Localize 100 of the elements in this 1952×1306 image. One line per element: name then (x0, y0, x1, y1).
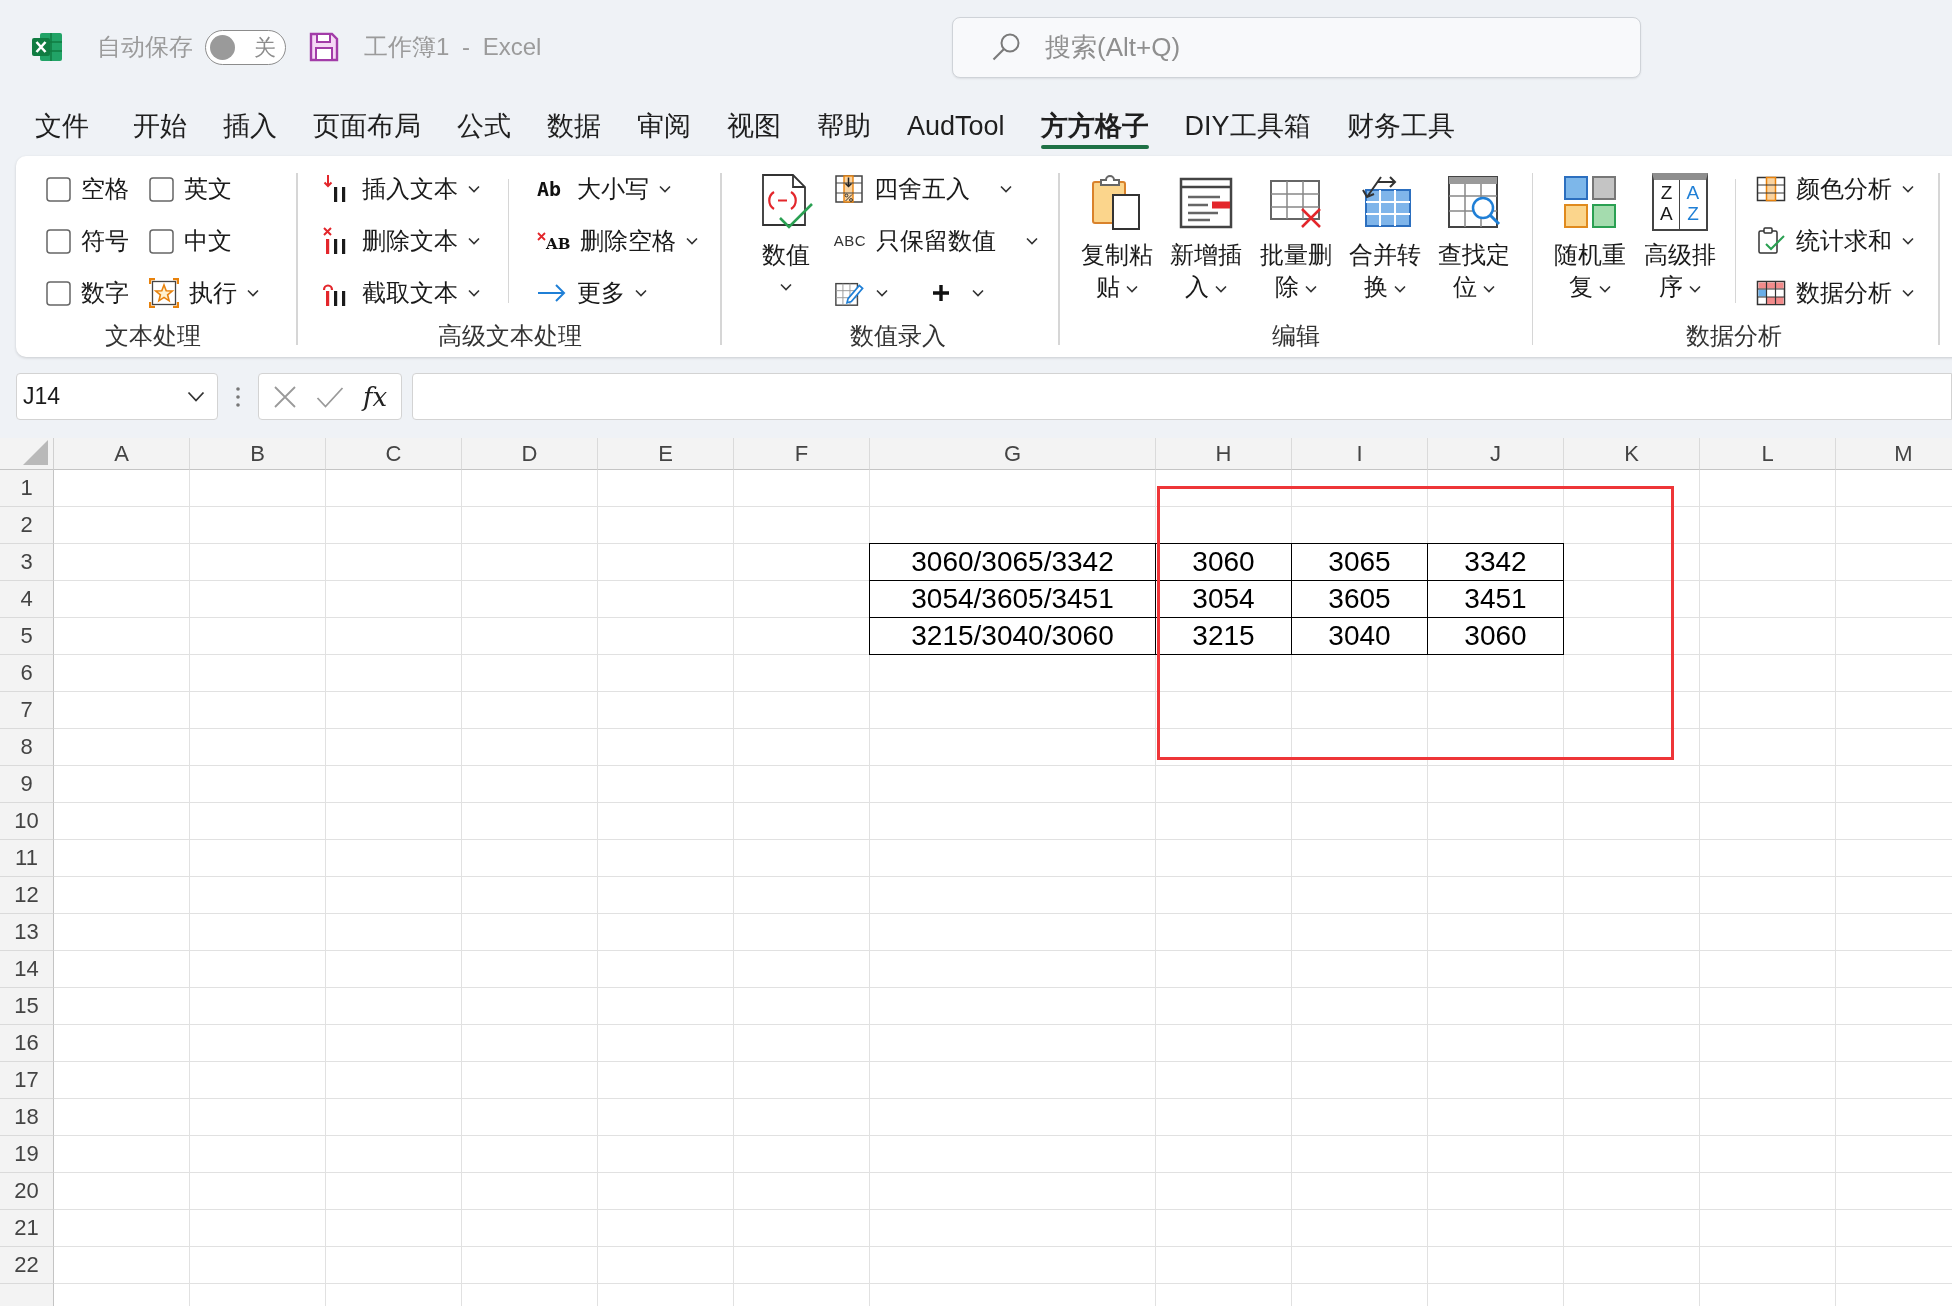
ribbon-button[interactable]: AB 删除空格 (537, 215, 699, 267)
row-header[interactable]: 22 (0, 1247, 54, 1284)
ribbon-button[interactable]: 截取文本 (321, 267, 480, 319)
ribbon-large-button[interactable]: 查找定位 (1437, 163, 1512, 303)
column-header[interactable]: E (598, 438, 734, 470)
menu-tab[interactable]: DIY工具箱 (1166, 104, 1329, 148)
row-header[interactable]: 14 (0, 951, 54, 988)
row-header[interactable]: 10 (0, 803, 54, 840)
formula-field[interactable] (412, 373, 1952, 420)
row-header[interactable]: 18 (0, 1099, 54, 1136)
cancel-icon[interactable] (273, 384, 297, 409)
menu-tab[interactable]: 财务工具 (1328, 104, 1473, 148)
menu-tab[interactable]: 帮助 (799, 104, 889, 148)
search-field[interactable]: 搜索(Alt+Q) (952, 16, 1641, 78)
ribbon-large-button[interactable]: ZA AZ 高级排序 (1642, 163, 1717, 303)
column-header[interactable]: C (326, 438, 462, 470)
menu-tab[interactable]: 文件 (17, 104, 107, 148)
menu-tab[interactable]: 视图 (709, 104, 799, 148)
menu-tab[interactable]: 插入 (205, 104, 295, 148)
row-header[interactable]: 6 (0, 655, 54, 692)
column-header[interactable]: I (1292, 438, 1428, 470)
menu-tab[interactable]: 页面布局 (295, 104, 439, 148)
chevron-down-icon (467, 237, 480, 245)
ribbon-button[interactable]: 删除文本 (321, 215, 480, 267)
row-header[interactable]: 3 (0, 544, 54, 581)
row-header[interactable]: 16 (0, 1025, 54, 1062)
table-cell: 3060 (1428, 618, 1564, 655)
ribbon-button[interactable]: 执行 (149, 267, 259, 319)
row-header[interactable]: 5 (0, 618, 54, 655)
row-header[interactable]: 12 (0, 877, 54, 914)
name-box[interactable]: J14 (16, 373, 218, 420)
column-header[interactable]: K (1564, 438, 1700, 470)
ribbon-button[interactable]: 统计求和 (1756, 215, 1915, 267)
colored-grid-icon (1756, 278, 1787, 308)
save-icon[interactable] (309, 32, 339, 62)
checkbox[interactable] (46, 228, 71, 254)
row-header[interactable]: 7 (0, 692, 54, 729)
column-header[interactable]: A (54, 438, 190, 470)
ribbon-large-button[interactable]: 新增插入 (1169, 163, 1244, 303)
column-header[interactable]: B (190, 438, 326, 470)
row-header[interactable]: 21 (0, 1210, 54, 1247)
column-header[interactable]: L (1700, 438, 1836, 470)
insert-function-button[interactable]: fx (363, 383, 388, 410)
ribbon-button[interactable]: 插入文本 (321, 163, 480, 215)
row-header[interactable]: 4 (0, 581, 54, 618)
table-cell: 3605 (1292, 581, 1428, 618)
menu-tab[interactable]: 数据 (529, 104, 619, 148)
ribbon-button[interactable]: ABC 只保留数值 (833, 215, 1039, 267)
menu-tab[interactable]: 审阅 (619, 104, 709, 148)
ribbon-large-button[interactable]: 数值 (757, 163, 814, 291)
chevron-down-icon (1483, 284, 1496, 293)
chevron-down-icon (1902, 289, 1915, 297)
menu-tab[interactable]: 开始 (115, 104, 205, 148)
ribbon-large-button[interactable]: 随机重复 (1553, 163, 1628, 303)
column-header[interactable]: F (734, 438, 870, 470)
column-header[interactable]: M (1836, 438, 1952, 470)
row-header[interactable]: 17 (0, 1062, 54, 1099)
checkbox[interactable] (46, 280, 71, 306)
column-header[interactable]: J (1428, 438, 1564, 470)
row-header[interactable]: 9 (0, 766, 54, 803)
checkbox[interactable] (46, 176, 71, 202)
row-header[interactable]: 2 (0, 507, 54, 544)
chevron-down-icon (1215, 284, 1228, 293)
color-squares-icon (1562, 173, 1619, 231)
letter-case-icon: Ab (537, 174, 567, 204)
icon-menu-button[interactable] (931, 284, 984, 302)
menu-tab[interactable]: 方方格子 (1022, 104, 1167, 148)
ribbon-button[interactable]: Ab 大小写 (537, 163, 699, 215)
chevron-down-icon (1688, 284, 1701, 293)
ribbon-button[interactable]: 更多 (537, 267, 699, 319)
row-header[interactable]: 19 (0, 1136, 54, 1173)
ribbon-large-button[interactable]: 批量删除 (1258, 163, 1333, 303)
row-header[interactable]: 15 (0, 988, 54, 1025)
row-header[interactable]: 1 (0, 470, 54, 507)
check-icon[interactable] (316, 385, 344, 408)
checkbox[interactable] (149, 228, 174, 254)
column-header[interactable]: G (870, 438, 1156, 470)
row-header[interactable]: 20 (0, 1173, 54, 1210)
row-header[interactable]: 8 (0, 729, 54, 766)
checkbox-label: 空格 (81, 174, 129, 204)
ribbon-button[interactable]: 四舍五入 (833, 163, 1039, 215)
table-cell: 3215 (1156, 618, 1292, 655)
chevron-down-icon (779, 283, 792, 291)
ribbon-large-button[interactable]: 复制粘贴 (1079, 163, 1155, 303)
column-header[interactable]: D (462, 438, 598, 470)
ribbon-large-button[interactable]: 合并转换 (1347, 163, 1423, 303)
row-header[interactable]: 11 (0, 840, 54, 877)
app-logo-icon (31, 31, 63, 63)
grip-icon[interactable] (235, 385, 241, 408)
checkbox[interactable] (149, 176, 174, 202)
ribbon-button[interactable]: 颜色分析 (1756, 163, 1915, 215)
ribbon-button[interactable]: 数据分析 (1756, 267, 1915, 319)
letters-icon: ABC (833, 229, 867, 253)
chevron-down-icon (659, 185, 671, 193)
menu-tab[interactable]: 公式 (439, 104, 529, 148)
table-cell: 3451 (1428, 581, 1564, 618)
row-header[interactable]: 13 (0, 914, 54, 951)
corner-triangle-icon[interactable] (21, 439, 49, 466)
column-header[interactable]: H (1156, 438, 1292, 470)
menu-tab[interactable]: AudTool (889, 104, 1023, 148)
